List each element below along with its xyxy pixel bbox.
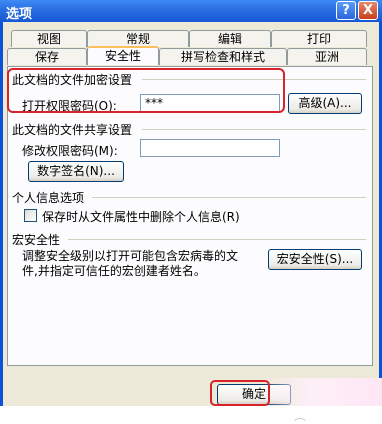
close-button[interactable]: X bbox=[358, 1, 378, 20]
digital-signature-button[interactable]: 数字签名(N)... bbox=[28, 161, 124, 182]
advanced-button[interactable]: 高级(A)... bbox=[288, 93, 362, 114]
window-title: 选项 bbox=[6, 7, 33, 22]
options-dialog: 视图 常规 编辑 打印 保存 安全性 拼写检查和样式 亚洲 此文档的文件加密设置… bbox=[0, 22, 382, 423]
modify-password-label: 修改权限密码(M): bbox=[22, 144, 118, 158]
tab-spelling-style[interactable]: 拼写检查和样式 bbox=[159, 48, 287, 65]
sharing-group-title: 此文档的文件共享设置 bbox=[12, 123, 133, 137]
watermark-mark: ︵ bbox=[294, 409, 307, 423]
macro-group-title: 宏安全性 bbox=[12, 233, 61, 247]
tab-security[interactable]: 安全性 bbox=[87, 46, 159, 65]
tab-general[interactable]: 常规 bbox=[87, 30, 189, 47]
divider bbox=[92, 197, 366, 198]
tab-save[interactable]: 保存 bbox=[7, 48, 87, 65]
highlight-ok-button bbox=[210, 380, 270, 406]
macro-description-line2: 件,并指定可信任的宏创建者姓名。 bbox=[22, 264, 206, 278]
remove-personal-info-checkbox[interactable] bbox=[24, 209, 37, 222]
privacy-group-title: 个人信息选项 bbox=[12, 191, 85, 205]
macro-security-button[interactable]: 宏安全性(S)... bbox=[268, 249, 362, 270]
tab-asian[interactable]: 亚洲 bbox=[287, 48, 367, 65]
tab-view[interactable]: 视图 bbox=[11, 30, 87, 47]
divider bbox=[142, 129, 366, 130]
highlight-encryption bbox=[7, 68, 285, 113]
help-button[interactable]: ? bbox=[336, 1, 356, 20]
tab-print[interactable]: 打印 bbox=[271, 30, 367, 47]
remove-personal-info-label[interactable]: 保存时从文件属性中删除个人信息(R) bbox=[42, 208, 240, 225]
title-bar: 选项 ? X bbox=[0, 0, 382, 22]
corner-watermark bbox=[262, 378, 382, 406]
tab-edit[interactable]: 编辑 bbox=[189, 30, 271, 47]
divider bbox=[68, 239, 366, 240]
modify-password-input[interactable] bbox=[140, 139, 280, 157]
